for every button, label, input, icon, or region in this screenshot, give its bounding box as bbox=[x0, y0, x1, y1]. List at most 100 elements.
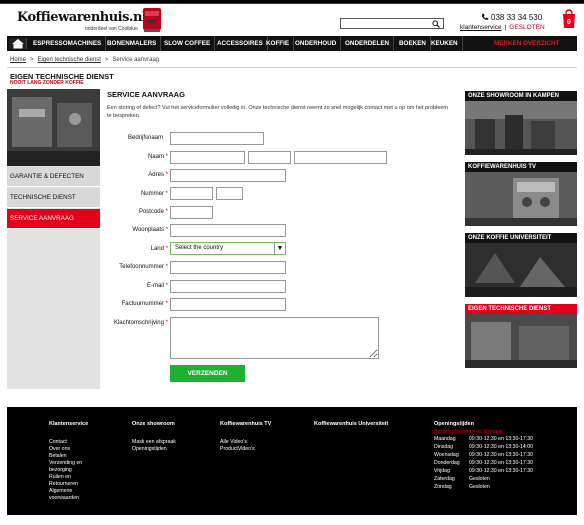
submit-button[interactable]: VERZENDEN bbox=[170, 365, 245, 382]
nav-onderdelen[interactable]: ONDERDELEN bbox=[341, 36, 395, 51]
footer-tv-title: Koffiewarenhuis TV bbox=[220, 421, 272, 427]
hours-day: Donderdag bbox=[434, 460, 460, 466]
hours-day: Zondag bbox=[434, 484, 452, 490]
chevron-down-icon[interactable]: ▼ bbox=[274, 243, 285, 254]
label-telefoon: Telefoonnummer * bbox=[119, 264, 168, 270]
tv-image bbox=[465, 172, 577, 226]
label-klacht: Klachtomschrijving * bbox=[113, 320, 168, 326]
achternaam-field[interactable] bbox=[294, 151, 387, 164]
nav-boeken[interactable]: BOEKEN bbox=[395, 36, 431, 51]
main-navigation: ESPRESSOMACHINES BONENMALERS SLOW COFFEE… bbox=[7, 36, 577, 51]
nav-merken-overzicht[interactable]: MERKEN OVERZICHT bbox=[494, 36, 559, 51]
factuurnummer-field[interactable] bbox=[170, 298, 286, 311]
footer-link-openingstijden[interactable]: Openingstijden bbox=[132, 446, 167, 454]
sidebar-item-service-aanvraag[interactable]: SERVICE AANVRAAG bbox=[7, 209, 100, 229]
breadcrumb-current: Service aanvraag bbox=[112, 57, 160, 63]
site-footer: Klantenservice Contact Over ons Betalen … bbox=[7, 407, 577, 515]
sidebar-item-technische-dienst[interactable]: TECHNISCHE DIENST bbox=[7, 188, 100, 208]
footer-link-voorwaarden[interactable]: voorwaarden bbox=[49, 495, 79, 503]
intro-text: Een storing of defect? Vul het servicefo… bbox=[107, 105, 448, 119]
footer-universiteit-title: Koffiewarenhuis Universiteit bbox=[314, 421, 389, 427]
nav-keuken[interactable]: KEUKEN bbox=[427, 36, 463, 51]
panel-universiteit[interactable]: ONZE KOFFIE UNIVERSITEIT bbox=[465, 233, 577, 297]
hours-time: Gesloten bbox=[469, 484, 490, 490]
page-title: SERVICE AANVRAAG bbox=[107, 90, 185, 99]
country-select-value: Select the country bbox=[175, 245, 224, 251]
espresso-machine-icon bbox=[143, 8, 161, 32]
hours-day: Maandag bbox=[434, 436, 456, 442]
telefoon-field[interactable] bbox=[170, 261, 286, 274]
sidebar-subtitle: NOOIT LANG ZONDER KOFFIE bbox=[10, 80, 84, 86]
shopping-cart-icon[interactable]: 0 bbox=[560, 7, 578, 29]
home-icon bbox=[12, 39, 24, 49]
hours-time: Gesloten bbox=[469, 476, 490, 482]
tussenvoegsel-field[interactable] bbox=[248, 151, 291, 164]
showroom-image bbox=[465, 101, 577, 155]
label-adres: Adres * bbox=[148, 172, 168, 178]
label-bedrijfsnaam: Bedrijfsnaam bbox=[127, 135, 163, 141]
footer-openingstijden-title: Openingstijden bbox=[434, 421, 475, 427]
voornaam-field[interactable] bbox=[170, 151, 245, 164]
cart-count: 0 bbox=[567, 19, 571, 26]
huisnummer-field[interactable] bbox=[170, 187, 213, 200]
bedrijfsnaam-field[interactable] bbox=[170, 132, 264, 145]
postcode-field[interactable] bbox=[170, 206, 213, 219]
nav-espressomachines[interactable]: ESPRESSOMACHINES bbox=[29, 36, 107, 51]
hours-day: Zaterdag bbox=[434, 476, 455, 482]
label-postcode: Postcode * bbox=[138, 209, 168, 215]
adres-field[interactable] bbox=[170, 169, 286, 182]
footer-showroom-title: Onze showroom bbox=[132, 421, 175, 427]
sidebar-image bbox=[7, 89, 100, 166]
footer-link-productvideos[interactable]: ProductVideo's bbox=[220, 446, 255, 454]
service-links: klantenservice | GESLOTEN bbox=[460, 24, 545, 31]
logo-subtitle: onderdeel van Coolblue bbox=[85, 26, 138, 32]
sidebar-item-garantie[interactable]: GARANTIE & DEFECTEN bbox=[7, 167, 100, 187]
nav-koffie[interactable]: KOFFIE bbox=[262, 36, 295, 51]
nav-slow-coffee[interactable]: SLOW COFFEE bbox=[160, 36, 216, 51]
panel-technische-dienst[interactable]: EIGEN TECHNISCHE DIENST bbox=[465, 304, 577, 368]
nav-bonenmalers[interactable]: BONENMALERS bbox=[103, 36, 162, 51]
klachtomschrijving-field[interactable] bbox=[170, 317, 379, 359]
panel-universiteit-title: ONZE KOFFIE UNIVERSITEIT bbox=[465, 233, 577, 243]
hours-time: 09:30-12:30 en 13:30-17:30 bbox=[469, 468, 534, 474]
email-field[interactable] bbox=[170, 280, 286, 293]
phone-icon bbox=[481, 13, 489, 20]
toevoeging-field[interactable] bbox=[216, 187, 243, 200]
phone-number[interactable]: 038 33 34 530 bbox=[481, 13, 542, 22]
woonplaats-field[interactable] bbox=[170, 224, 286, 237]
label-naam: Naam * bbox=[147, 154, 168, 160]
hours-day: Woensdag bbox=[434, 452, 459, 458]
home-button[interactable] bbox=[9, 38, 27, 49]
divider bbox=[7, 67, 577, 68]
search-icon[interactable] bbox=[432, 20, 440, 28]
label-factuur: Factuurnummer * bbox=[121, 301, 168, 307]
hours-day: Dinsdag bbox=[434, 444, 454, 450]
separator: | bbox=[504, 24, 507, 31]
footer-klantenservice-title: Klantenservice bbox=[49, 421, 89, 427]
label-woonplaats: Woonplaats * bbox=[132, 227, 168, 233]
label-nummer: Nummer * bbox=[140, 191, 168, 197]
sidebar: GARANTIE & DEFECTEN TECHNISCHE DIENST SE… bbox=[7, 89, 100, 389]
breadcrumb-technische-dienst[interactable]: Eigen technische dienst bbox=[38, 57, 101, 63]
footer-showroom-note: Bezoek showroom op afspraak bbox=[434, 429, 503, 435]
hours-time: 09:30-12:30 en 13:30-17:30 bbox=[469, 436, 534, 442]
breadcrumb-home[interactable]: Home bbox=[10, 57, 26, 63]
site-logo[interactable]: Koffiewarenhuis.nl bbox=[17, 10, 147, 25]
panel-showroom-title: ONZE SHOWROOM IN KAMPEN bbox=[465, 91, 577, 101]
nav-onderhoud[interactable]: ONDERHOUD bbox=[291, 36, 342, 51]
label-land: Land * bbox=[150, 246, 168, 252]
hours-day: Vrijdag bbox=[434, 468, 450, 474]
breadcrumb: Home > Eigen technische dienst > Service aan… bbox=[10, 57, 160, 63]
panel-tv[interactable]: KOFFIEWARENHUIS TV bbox=[465, 162, 577, 226]
panel-showroom[interactable]: ONZE SHOWROOM IN KAMPEN bbox=[465, 91, 577, 155]
site-header: Koffiewarenhuis.nl onderdeel van Coolblu… bbox=[7, 4, 577, 34]
klantenservice-link[interactable]: klantenservice bbox=[460, 24, 502, 31]
nav-accessoires[interactable]: ACCESSOIRES bbox=[213, 36, 268, 51]
hours-time: 09:30-12:30 en 13:30-17:30 bbox=[469, 460, 534, 466]
store-status: GESLOTEN bbox=[509, 24, 545, 31]
panel-tv-title: KOFFIEWARENHUIS TV bbox=[465, 162, 577, 172]
panel-technische-dienst-title: EIGEN TECHNISCHE DIENST bbox=[465, 304, 577, 314]
technische-dienst-image bbox=[465, 314, 577, 368]
search-input[interactable] bbox=[340, 18, 444, 29]
country-select[interactable]: Select the country ▼ bbox=[170, 242, 286, 255]
